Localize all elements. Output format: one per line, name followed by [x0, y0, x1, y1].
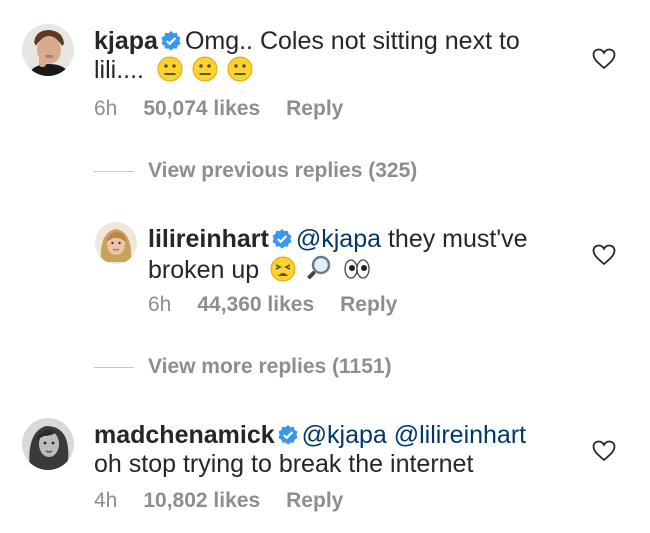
neutral-face-icon — [192, 56, 218, 82]
avatar[interactable] — [95, 222, 137, 264]
neutral-face-icon — [227, 56, 253, 82]
reply-button[interactable]: Reply — [340, 293, 397, 316]
tired-face-icon — [270, 256, 296, 282]
timestamp: 6h — [148, 293, 172, 316]
reply-button[interactable]: Reply — [286, 97, 343, 120]
mention-link[interactable]: @lilireinhart — [394, 421, 526, 449]
magnifying-glass-icon — [307, 255, 331, 279]
emoji-row — [157, 56, 255, 84]
comment-body: oh stop trying to break the internet — [94, 450, 474, 478]
neutral-face-icon — [157, 56, 183, 82]
comment-meta: 6h 50,074 likes Reply — [94, 97, 369, 121]
heart-icon[interactable] — [592, 244, 616, 266]
heart-icon[interactable] — [592, 48, 616, 70]
username[interactable]: madchenamick — [94, 421, 275, 449]
comment-text: madchenamick @kjapa @lilireinhart oh stop … — [94, 421, 564, 479]
likes-count[interactable]: 50,074 likes — [143, 97, 260, 120]
avatar[interactable] — [22, 24, 74, 76]
comment-meta: 4h 10,802 likes Reply — [94, 489, 369, 513]
replies-divider — [94, 367, 134, 368]
view-previous-replies-button[interactable]: View previous replies (325) — [148, 159, 417, 183]
comment-text: kjapa Omg.. Coles not sitting next to lil… — [94, 27, 544, 85]
heart-icon[interactable] — [592, 440, 616, 462]
eyes-icon — [344, 259, 370, 279]
view-more-replies-button[interactable]: View more replies (1151) — [148, 355, 392, 379]
likes-count[interactable]: 10,802 likes — [143, 489, 260, 512]
comment-text: lilireinhart @kjapa they must've broken u… — [148, 225, 548, 285]
comment-meta: 6h 44,360 likes Reply — [148, 293, 423, 317]
avatar[interactable] — [22, 418, 74, 470]
username[interactable]: lilireinhart — [148, 225, 269, 253]
timestamp: 4h — [94, 489, 118, 512]
verified-badge-icon — [272, 229, 292, 249]
username[interactable]: kjapa — [94, 27, 158, 55]
emoji-row — [270, 255, 374, 284]
replies-divider — [94, 171, 134, 172]
timestamp: 6h — [94, 97, 118, 120]
verified-badge-icon — [161, 31, 181, 51]
mention-link[interactable]: @kjapa — [296, 225, 381, 253]
mention-link[interactable]: @kjapa — [302, 421, 387, 449]
verified-badge-icon — [278, 425, 298, 445]
likes-count[interactable]: 44,360 likes — [197, 293, 314, 316]
reply-button[interactable]: Reply — [286, 489, 343, 512]
